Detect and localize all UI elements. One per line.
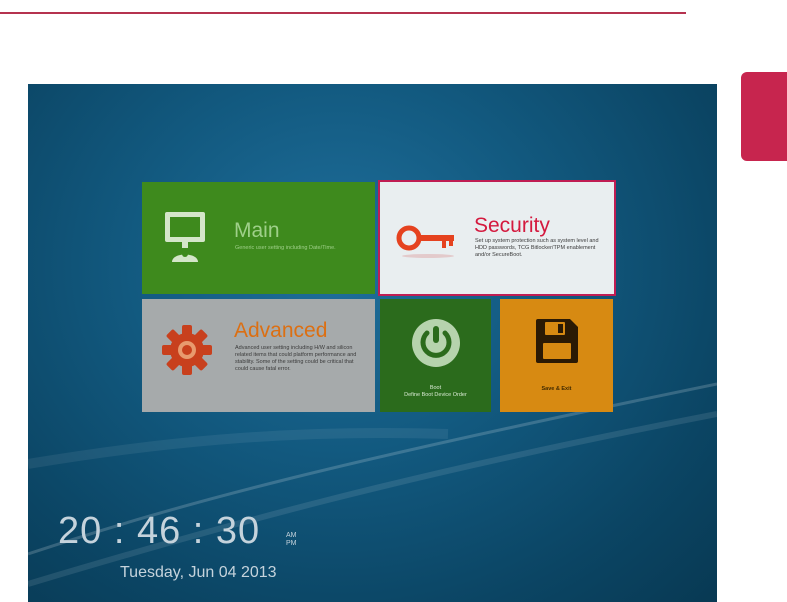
clock-am: AM [286, 532, 297, 539]
tile-main-title: Main [234, 219, 280, 242]
tile-main[interactable]: Main Generic user setting including Date… [142, 182, 375, 294]
gear-icon [162, 325, 212, 375]
floppy-disk-icon [536, 319, 578, 363]
header-rule [0, 12, 686, 14]
tile-main-description: Generic user setting including Date/Time… [235, 245, 336, 251]
bios-screen: Main Generic user setting including Date… [28, 84, 717, 602]
power-icon [412, 319, 460, 367]
tile-security-description: Set up system protection such as system … [475, 238, 599, 258]
chapter-tab [741, 72, 787, 161]
clock-time: 20 : 46 : 30 [58, 510, 261, 552]
tile-save-exit[interactable]: Save & Exit [500, 299, 613, 412]
key-icon [396, 225, 454, 258]
tile-boot[interactable]: Boot Define Boot Device Order [380, 299, 491, 412]
tile-security-title: Security [474, 214, 550, 237]
clock-date: Tuesday, Jun 04 2013 [120, 564, 277, 581]
tile-advanced-title: Advanced [234, 319, 328, 342]
tile-save-exit-title: Save & Exit [541, 386, 572, 392]
monitor-icon [165, 212, 205, 262]
clock-am-pm: AM PM [286, 532, 297, 548]
tile-advanced-description: Advanced user setting including H/W and … [235, 345, 357, 372]
tile-security[interactable]: Security Set up system protection such a… [378, 180, 616, 296]
tile-advanced[interactable]: Advanced Advanced user setting including… [142, 299, 375, 412]
tile-boot-title: Boot [429, 385, 442, 391]
tile-boot-description: Define Boot Device Order [404, 392, 467, 398]
clock-pm: PM [286, 540, 297, 547]
